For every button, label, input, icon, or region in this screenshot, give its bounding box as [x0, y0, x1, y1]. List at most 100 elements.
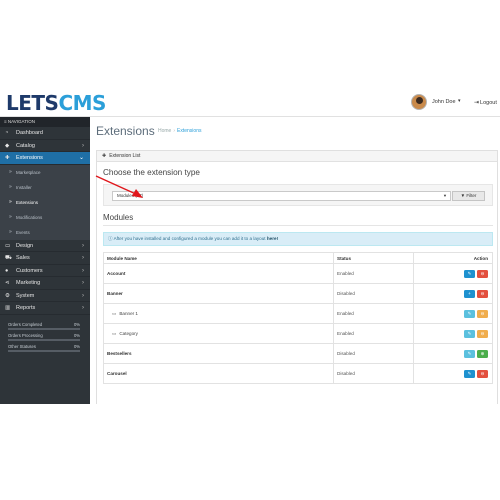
catalog-icon: ◆ — [5, 142, 10, 149]
breadcrumb: Home › Extensions — [158, 128, 201, 134]
alert-link[interactable]: here! — [267, 236, 278, 241]
progress-value: 0% — [73, 343, 80, 349]
chevron-down-icon: ⌄ — [78, 155, 84, 161]
caret-down-icon[interactable]: ▾ — [458, 98, 461, 104]
uninstall-button[interactable]: ⊖ — [477, 269, 488, 278]
alert-text: After you have installed and configured … — [113, 236, 266, 241]
module-actions: ✎ ⊖ — [413, 363, 493, 384]
module-status: Disabled — [333, 283, 414, 304]
user-name[interactable]: John Doe — [432, 99, 456, 105]
sidebar-item-system[interactable]: ⚙ System › — [0, 290, 90, 302]
table-row: Account Enabled ✎ ⊖ — [103, 263, 493, 284]
module-actions: ✎ ⊖ — [413, 323, 493, 344]
module-name: Carousel — [103, 363, 334, 384]
sidebar-item-dashboard[interactable]: ◔ Dashboard — [0, 127, 90, 140]
module-name-label: Category — [119, 330, 138, 336]
edit-button[interactable]: ✎ — [464, 269, 475, 278]
table-row: ▭ Banner 1 Enabled ✎ ⊖ — [103, 303, 493, 324]
sidebar-item-label: Customers — [16, 267, 43, 274]
sidebar-item-reports[interactable]: ▥ Reports › — [0, 302, 90, 315]
breadcrumb-home[interactable]: Home — [158, 128, 171, 134]
logout-link[interactable]: ⇥Logout — [474, 99, 497, 106]
admin-app: LETSCMS John Doe ▾ ⇥Logout ≡ NAVIGATION … — [0, 88, 500, 404]
progress-other-statuses: Other Statuses 0% — [4, 343, 86, 354]
puzzle-icon: ✚ — [102, 153, 107, 159]
sidebar-subitem-installer[interactable]: » Installer — [0, 179, 90, 195]
module-name: ▭ Category — [103, 323, 334, 344]
module-name: Banner — [103, 283, 334, 304]
folder-icon: ▭ — [112, 330, 117, 336]
delete-button[interactable]: ⊖ — [477, 329, 488, 338]
bullet-icon: » — [9, 198, 12, 205]
filter-well: Modules (27) ▼ ▼ Filter — [103, 184, 493, 206]
sidebar-item-marketing[interactable]: ⋖ Marketing › — [0, 277, 90, 290]
breadcrumb-current[interactable]: Extensions — [177, 128, 201, 134]
sidebar-item-customers[interactable]: ● Customers › — [0, 265, 90, 277]
table-row: Bestsellers Disabled ✎ ⊕ — [103, 343, 493, 364]
filter-label: Filter — [466, 193, 477, 198]
table-row: Banner Disabled + ⊖ — [103, 283, 493, 304]
sidebar-subitem-label: Marketplace — [16, 169, 41, 175]
sidebar-subitem-modifications[interactable]: » Modifications — [0, 209, 90, 225]
sidebar-item-label: System — [16, 292, 35, 299]
sidebar-subitem-marketplace[interactable]: » Marketplace — [0, 164, 90, 180]
reports-icon: ▥ — [5, 305, 11, 311]
module-name: Account — [103, 263, 334, 284]
breadcrumb-separator: › — [173, 128, 176, 134]
divider — [103, 225, 493, 226]
filter-button[interactable]: ▼ Filter — [452, 191, 485, 201]
table-row: ▭ Category Enabled ✎ ⊖ — [103, 323, 493, 344]
chevron-right-icon: › — [82, 242, 84, 249]
add-module-button[interactable]: + — [464, 289, 475, 298]
sidebar-item-label: Dashboard — [16, 130, 43, 136]
sidebar-item-label: Marketing — [16, 280, 41, 286]
column-header-name[interactable]: Module Name — [103, 252, 334, 264]
edit-button[interactable]: ✎ — [464, 369, 475, 378]
page-title: Extensions — [96, 124, 155, 138]
progress-label: Other Statuses — [8, 343, 36, 349]
sidebar-item-sales[interactable]: ⛟ Sales › — [0, 252, 90, 265]
logo[interactable]: LETSCMS — [6, 93, 106, 113]
module-actions: ✎ ⊖ — [413, 263, 493, 284]
progress-value: 0% — [73, 332, 80, 338]
customers-icon: ● — [5, 267, 9, 274]
bullet-icon: » — [9, 168, 12, 175]
module-status: Enabled — [333, 263, 414, 284]
logout-icon: ⇥ — [474, 100, 480, 106]
extension-type-value: Modules (27) — [117, 193, 144, 198]
uninstall-button[interactable]: ⊖ — [477, 369, 488, 378]
sidebar-subitem-extensions[interactable]: » Extensions — [0, 194, 90, 210]
edit-button[interactable]: ✎ — [464, 309, 475, 318]
logout-label: Logout — [480, 100, 497, 106]
nav-heading: ≡ NAVIGATION — [0, 117, 90, 127]
sidebar-item-design[interactable]: ▭ Design › — [0, 240, 90, 252]
install-button[interactable]: ⊕ — [477, 349, 488, 358]
panel-heading: ✚ Extension List — [97, 151, 497, 162]
main-content: Extensions Home › Extensions ✚ Extension Li… — [90, 117, 500, 404]
sidebar-subitem-events[interactable]: » Events — [0, 224, 90, 240]
sidebar-item-label: Extensions — [16, 155, 43, 161]
table-row: Carousel Disabled ✎ ⊖ — [103, 363, 493, 384]
sales-icon: ⛟ — [5, 255, 12, 261]
bullet-icon: » — [9, 228, 12, 235]
uninstall-button[interactable]: ⊖ — [477, 289, 488, 298]
bullet-icon: » — [9, 183, 12, 190]
chevron-right-icon: › — [82, 305, 84, 311]
avatar[interactable] — [411, 94, 427, 110]
sidebar-subitem-label: Modifications — [16, 214, 43, 220]
extension-type-select[interactable]: Modules (27) ▼ — [112, 191, 451, 201]
module-name: ▭ Banner 1 — [103, 303, 334, 324]
system-icon: ⚙ — [5, 292, 10, 299]
panel-heading-label: Extension List — [109, 153, 141, 159]
sidebar-item-catalog[interactable]: ◆ Catalog › — [0, 140, 90, 152]
edit-button[interactable]: ✎ — [464, 349, 475, 358]
sidebar-item-extensions[interactable]: ✚ Extensions ⌄ — [0, 152, 90, 165]
module-actions: ✎ ⊕ — [413, 343, 493, 364]
module-status: Disabled — [333, 343, 414, 364]
logo-text-lets: LETS — [6, 91, 59, 115]
edit-button[interactable]: ✎ — [464, 329, 475, 338]
delete-button[interactable]: ⊖ — [477, 309, 488, 318]
sidebar-item-label: Sales — [16, 255, 30, 261]
extension-list-panel: ✚ Extension List Choose the extension typ… — [96, 150, 498, 404]
modules-table: Module Name Status Action Account Enable… — [103, 252, 493, 384]
